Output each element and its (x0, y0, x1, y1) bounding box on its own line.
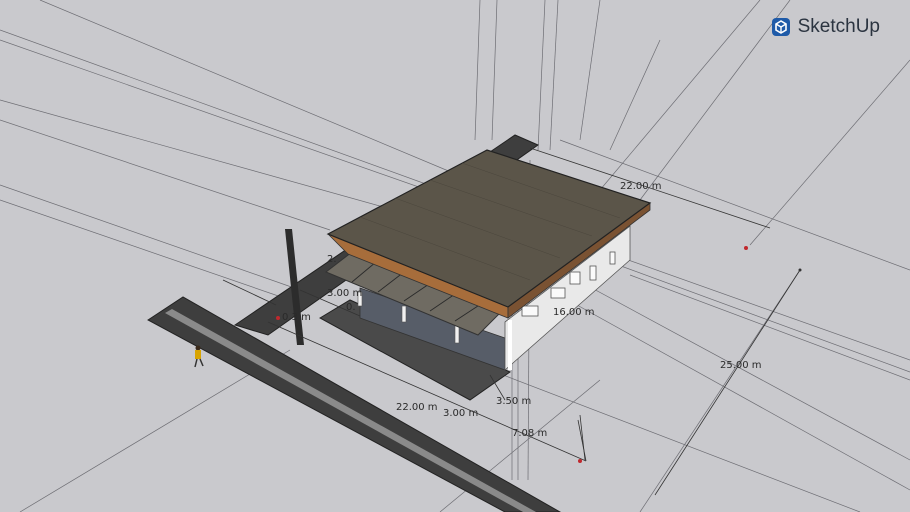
dim-canopy-depth: 3.00 m (327, 288, 362, 299)
dim-front-width: 22.00 m (396, 402, 438, 413)
sketchup-brand: SketchUp (770, 16, 880, 38)
dim-roof-width: 22.00 m (620, 181, 662, 192)
dim-offset: 7.08 m (512, 428, 547, 439)
dim-gap-a: 3.00 m (443, 408, 478, 419)
sketchup-logo-icon (771, 18, 790, 36)
dim-plot-depth: 25.00 m (720, 360, 762, 371)
brand-name: SketchUp (797, 16, 880, 37)
dim-left-offset: 0.3 m (282, 312, 311, 323)
sketchup-3d-viewport[interactable]: 22.00 m 16.00 m 25.00 m 22.00 m 3.00 m 3… (0, 0, 910, 512)
dim-small-b: 0. (346, 302, 356, 313)
dim-side-depth: 16.00 m (553, 307, 595, 318)
dim-small-a: 2. (327, 254, 337, 265)
model-canvas[interactable]: 22.00 m 16.00 m 25.00 m 22.00 m 3.00 m 3… (0, 0, 910, 512)
dim-gap-b: 3.50 m (496, 396, 531, 407)
